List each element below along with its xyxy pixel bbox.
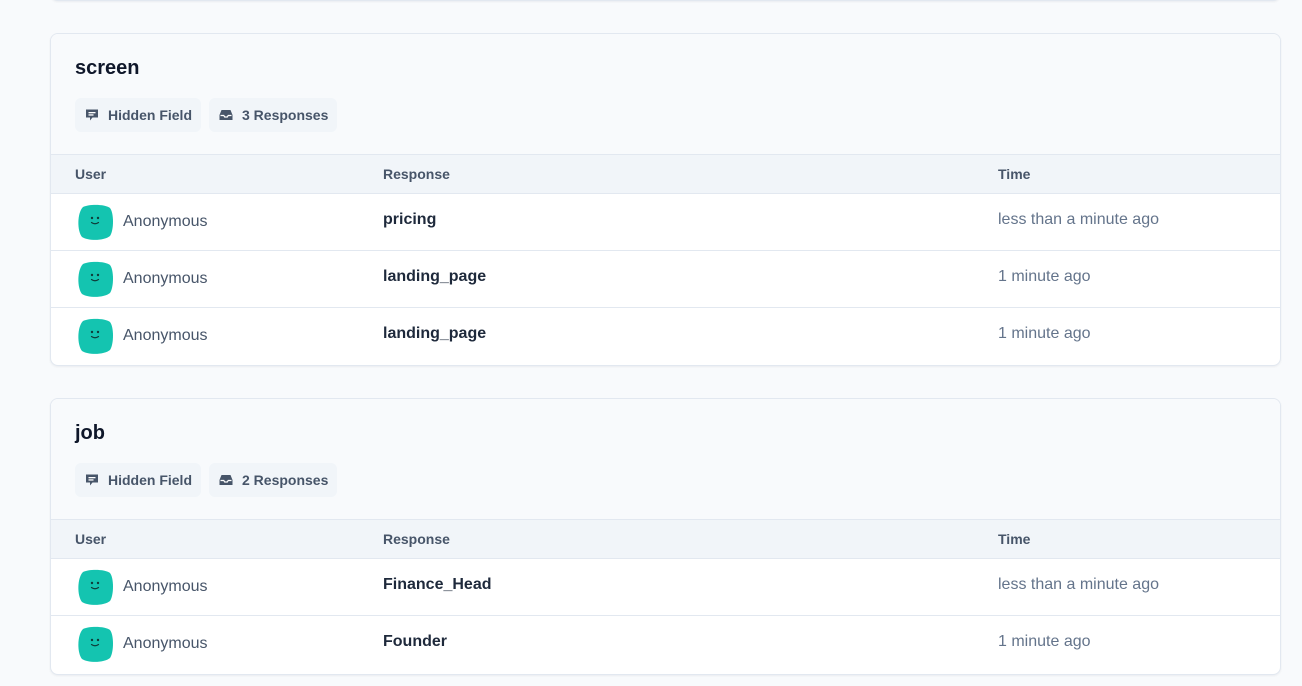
user-cell: Anonymous [75, 202, 208, 242]
response-time: 1 minute ago [998, 325, 1091, 342]
smiley-avatar-icon [78, 261, 113, 297]
question-badges: Hidden Field 3 Responses [75, 98, 338, 132]
responses-count-badge: 2 Responses [209, 463, 338, 497]
table-body: Anonymous Finance_Head less than a minut… [51, 559, 1280, 672]
message-icon [86, 474, 98, 486]
response-time: less than a minute ago [998, 211, 1159, 228]
question-title: job [75, 422, 105, 444]
table-row[interactable]: Anonymous Founder 1 minute ago [51, 615, 1280, 672]
response-value: landing_page [383, 268, 487, 285]
column-header-user: User [75, 166, 107, 182]
smiley-avatar-icon [78, 204, 113, 240]
user-cell: Anonymous [75, 259, 208, 299]
column-header-response: Response [383, 531, 450, 547]
table-header: User Response Time [51, 519, 1280, 559]
responses-count-badge: 3 Responses [209, 98, 338, 132]
question-type-badge: Hidden Field [75, 463, 201, 497]
user-name: Anonymous [123, 213, 208, 230]
response-time: 1 minute ago [998, 268, 1091, 285]
response-value: Finance_Head [383, 576, 492, 593]
response-value: pricing [383, 211, 437, 228]
responses-count-label: 3 Responses [242, 107, 329, 123]
column-header-time: Time [998, 531, 1031, 547]
column-header-time: Time [998, 166, 1031, 182]
response-value: Founder [383, 633, 447, 650]
previous-card-edge [50, 0, 1281, 1]
user-cell: Anonymous [75, 567, 208, 607]
inbox-icon [219, 110, 233, 120]
message-icon [86, 109, 98, 121]
question-title: screen [75, 57, 140, 79]
table-row[interactable]: Anonymous Finance_Head less than a minut… [51, 559, 1280, 615]
question-type-label: Hidden Field [108, 107, 192, 123]
response-time: 1 minute ago [998, 633, 1091, 650]
user-cell: Anonymous [75, 624, 208, 664]
question-card-job: job Hidden Field 2 Responses User Respon… [50, 398, 1281, 675]
inbox-icon [219, 475, 233, 485]
response-time: less than a minute ago [998, 576, 1159, 593]
column-header-response: Response [383, 166, 450, 182]
user-name: Anonymous [123, 635, 208, 652]
user-cell: Anonymous [75, 316, 208, 356]
smiley-avatar-icon [78, 569, 113, 605]
responses-count-label: 2 Responses [242, 472, 329, 488]
question-badges: Hidden Field 2 Responses [75, 463, 338, 497]
table-row[interactable]: Anonymous pricing less than a minute ago [51, 194, 1280, 250]
user-name: Anonymous [123, 578, 208, 595]
smiley-avatar-icon [78, 318, 113, 354]
user-name: Anonymous [123, 270, 208, 287]
response-value: landing_page [383, 325, 487, 342]
question-card-screen: screen Hidden Field 3 Responses User Res… [50, 33, 1281, 366]
table-header: User Response Time [51, 154, 1280, 194]
user-name: Anonymous [123, 327, 208, 344]
card-header: screen Hidden Field 3 Responses [51, 34, 1280, 154]
table-row[interactable]: Anonymous landing_page 1 minute ago [51, 250, 1280, 307]
column-header-user: User [75, 531, 107, 547]
table-row[interactable]: Anonymous landing_page 1 minute ago [51, 307, 1280, 364]
table-body: Anonymous pricing less than a minute ago… [51, 194, 1280, 364]
question-type-label: Hidden Field [108, 472, 192, 488]
card-header: job Hidden Field 2 Responses [51, 399, 1280, 519]
smiley-avatar-icon [78, 626, 113, 662]
question-type-badge: Hidden Field [75, 98, 201, 132]
